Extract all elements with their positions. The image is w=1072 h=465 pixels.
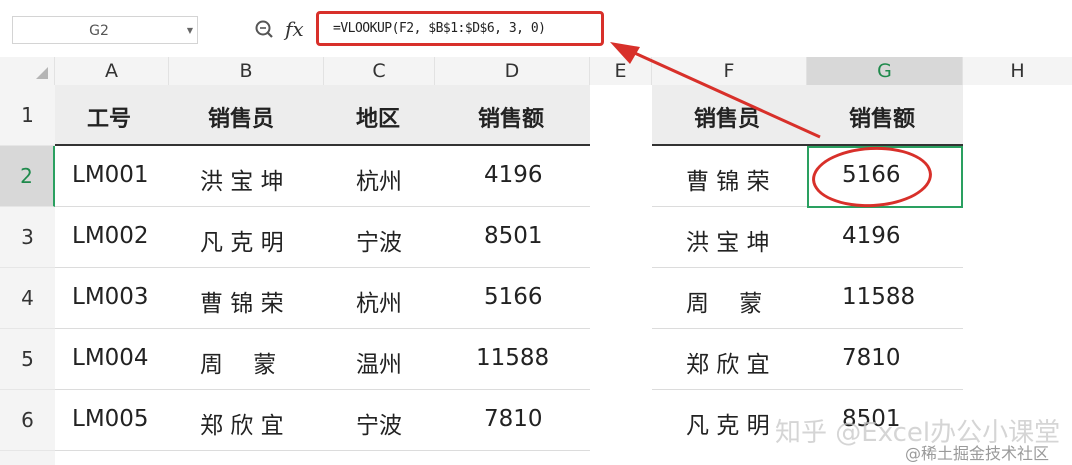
juejin-watermark: @稀土掘金技术社区 — [905, 444, 1050, 463]
annotation-arrow-icon — [610, 42, 821, 139]
